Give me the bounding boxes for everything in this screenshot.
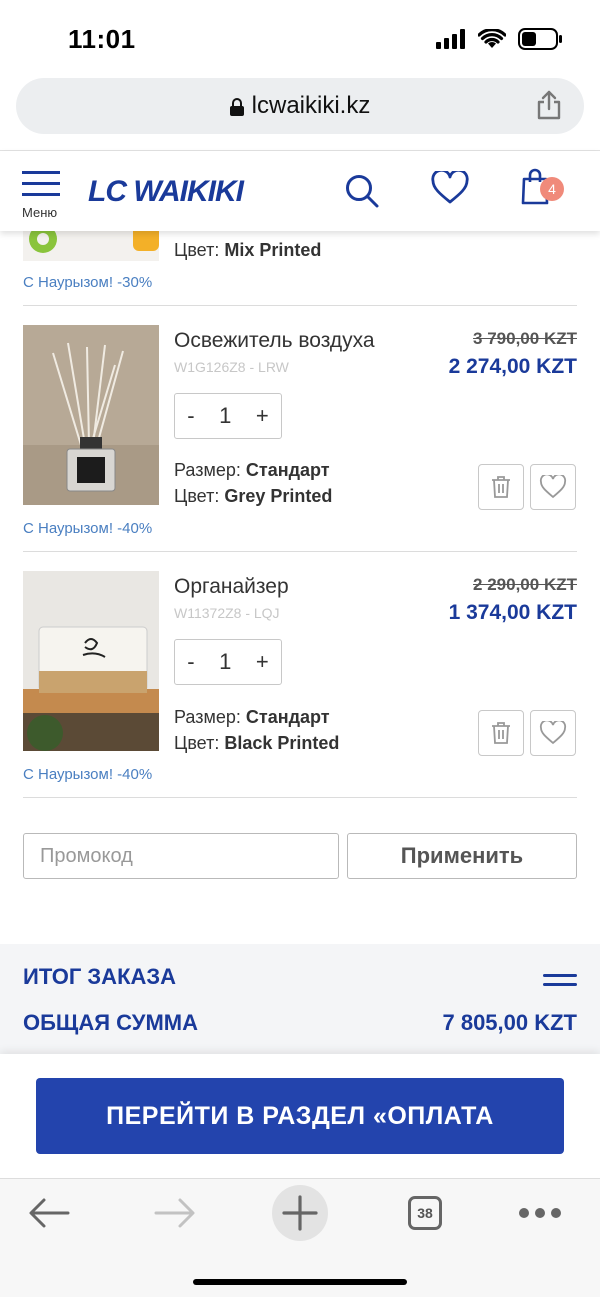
heart-icon [539,721,567,745]
address-bar[interactable]: lcwaikiki.kz [16,78,584,134]
back-arrow-icon[interactable] [28,1197,70,1229]
menu-icon-bar [22,171,60,174]
quantity-increase-button[interactable]: + [256,403,269,429]
item-divider [23,305,577,306]
lock-icon [229,97,244,116]
status-time: 11:01 [68,24,136,54]
site-header: Меню LC WAIKIKI 4 [0,151,600,231]
trash-icon [492,722,510,744]
quantity-value[interactable]: 1 [219,649,231,675]
promo-code-input[interactable]: Промокод [23,833,339,879]
menu-label: Меню [22,205,58,220]
cart-count-badge: 4 [540,177,564,201]
menu-icon-bar [22,193,60,196]
quantity-value[interactable]: 1 [219,403,231,429]
discounted-price: 2 274,00 KZT [448,355,577,378]
product-image[interactable] [23,231,159,261]
promo-discount-note: С Наурызом! -40% [23,766,153,783]
total-label: ОБЩАЯ СУММА [23,1010,198,1035]
plus-icon [282,1195,318,1231]
product-image[interactable] [23,325,159,505]
apply-promo-button[interactable]: Применить [347,833,577,879]
quantity-increase-button[interactable]: + [256,649,269,675]
heart-icon [539,475,567,499]
search-icon[interactable] [344,173,380,209]
old-price: 3 790,00 KZT [473,329,577,348]
item-color: Цвет: Mix Printed [174,240,322,260]
product-image[interactable] [23,571,159,751]
item-color: Цвет: Black Printed [174,733,340,753]
product-code: W1G126Z8 - LRW [174,359,289,375]
battery-icon [518,28,562,50]
url-display[interactable]: lcwaikiki.kz [16,92,584,120]
more-options-icon[interactable] [518,1207,562,1219]
menu-button[interactable]: Меню [22,171,64,225]
url-text: lcwaikiki.kz [251,92,371,119]
cellular-signal-icon [436,29,465,49]
proceed-to-payment-button[interactable]: ПЕРЕЙТИ В РАЗДЕЛ «ОПЛАТА [36,1078,564,1154]
item-size: Размер: Стандарт [174,460,330,480]
summary-toggle-icon[interactable] [543,974,577,992]
product-photo [23,325,159,505]
item-color: Цвет: Grey Printed [174,486,333,506]
new-tab-button[interactable] [272,1185,328,1241]
home-indicator [193,1279,407,1285]
delete-item-button[interactable] [478,464,524,510]
trash-icon [492,476,510,498]
status-icons [436,28,562,50]
order-summary: ИТОГ ЗАКАЗА ОБЩАЯ СУММА 7 805,00 KZT [0,944,600,1054]
item-divider [23,797,577,798]
product-name[interactable]: Органайзер [174,575,289,599]
item-size: Размер: Стандарт [174,707,330,727]
product-code: W11372Z8 - LQJ [174,605,280,621]
discounted-price: 1 374,00 KZT [448,601,577,624]
product-photo [23,571,159,751]
cart-items-list: Цвет: Mix Printed С Наурызом! -30% Освеж… [0,231,600,941]
wifi-icon [478,29,506,48]
quantity-stepper: - 1 + [174,639,282,685]
order-summary-title[interactable]: ИТОГ ЗАКАЗА [23,964,176,990]
item-divider [23,551,577,552]
product-name[interactable]: Освежитель воздуха [174,329,375,353]
product-photo [23,231,159,261]
tabs-count-button[interactable]: 38 [408,1196,442,1230]
quantity-decrease-button[interactable]: - [187,649,194,675]
menu-icon-bar [22,182,60,185]
cart-button[interactable]: 4 [520,167,564,207]
promo-discount-note: С Наурызом! -40% [23,520,153,537]
browser-toolbar: 38 [0,1178,600,1297]
total-value: 7 805,00 KZT [442,1010,577,1035]
checkout-area: ПЕРЕЙТИ В РАЗДЕЛ «ОПЛАТА [0,1054,600,1178]
delete-item-button[interactable] [478,710,524,756]
wishlist-heart-icon[interactable] [431,171,469,205]
forward-arrow-icon[interactable] [154,1197,196,1229]
promo-discount-note: С Наурызом! -30% [23,274,153,291]
quantity-stepper: - 1 + [174,393,282,439]
add-to-wishlist-button[interactable] [530,710,576,756]
old-price: 2 290,00 KZT [473,575,577,594]
add-to-wishlist-button[interactable] [530,464,576,510]
brand-logo[interactable]: LC WAIKIKI [88,175,244,209]
status-bar: 11:01 [0,0,600,78]
quantity-decrease-button[interactable]: - [187,403,194,429]
share-icon[interactable] [536,90,562,120]
